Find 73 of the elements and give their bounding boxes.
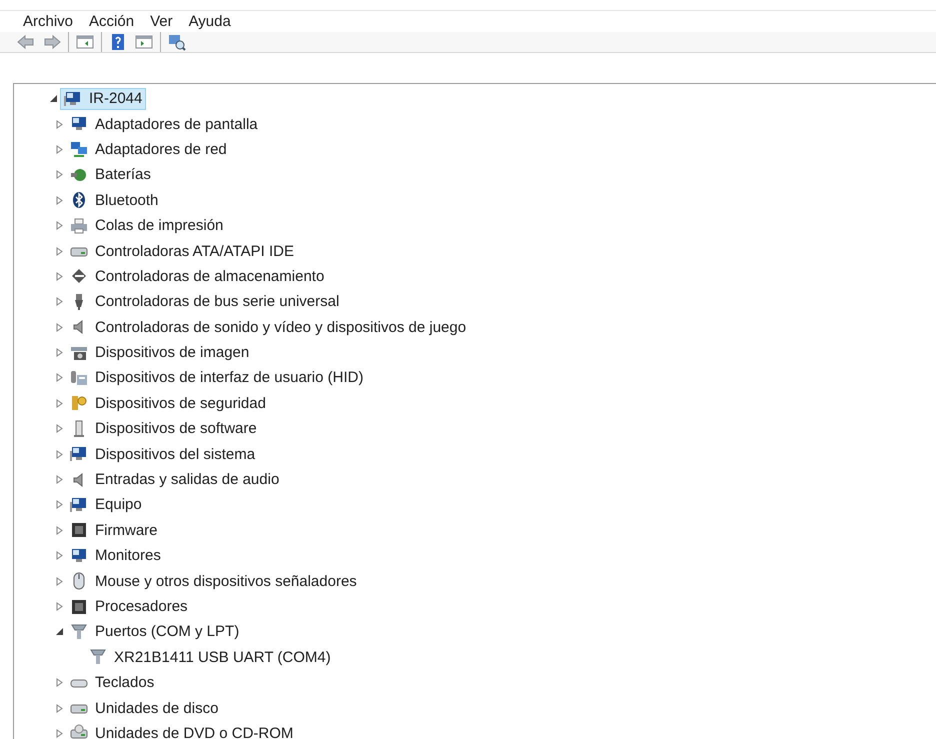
tree-item[interactable]: Colas de impresión [66, 214, 228, 237]
expanded-arrow-icon[interactable] [54, 627, 64, 636]
collapsed-arrow-icon[interactable] [54, 398, 64, 408]
forward-arrow-icon [43, 33, 61, 51]
menu-item[interactable]: Ver [143, 11, 180, 32]
tree-item[interactable]: Bluetooth [66, 189, 162, 212]
computer-icon [70, 496, 88, 514]
collapsed-arrow-icon[interactable] [54, 704, 64, 713]
collapsed-arrow-icon[interactable] [54, 576, 64, 586]
menu-item[interactable]: Ayuda [182, 11, 238, 32]
tree-item[interactable]: Dispositivos de seguridad [66, 392, 270, 414]
disc-drive-icon [70, 724, 88, 739]
toolbar-button[interactable] [167, 32, 187, 52]
collapsed-arrow-icon[interactable] [54, 602, 64, 611]
tree-item[interactable]: Teclados [66, 672, 158, 694]
collapsed-arrow-icon[interactable] [54, 272, 64, 281]
tree-item[interactable]: Dispositivos de interfaz de usuario (HID) [66, 366, 368, 389]
menu-item[interactable]: Acción [82, 11, 142, 32]
computer-icon [64, 90, 82, 108]
tree-item[interactable]: Unidades de disco [66, 697, 222, 720]
tree-item[interactable]: XR21B1411 USB UART (COM4) [85, 646, 335, 668]
monitor-icon [70, 546, 88, 565]
collapsed-arrow-icon[interactable] [54, 322, 64, 332]
collapsed-arrow-icon[interactable] [54, 221, 64, 230]
printer-icon [70, 216, 88, 235]
computer-icon [70, 445, 88, 464]
tree-item[interactable]: Equipo [66, 494, 146, 516]
collapsed-arrow-icon[interactable] [54, 475, 64, 484]
collapsed-arrow-icon[interactable] [54, 373, 64, 382]
collapsed-arrow-icon[interactable] [54, 144, 64, 154]
toolbar-button[interactable] [42, 32, 62, 52]
tree-item[interactable]: Procesadores [66, 596, 192, 618]
collapsed-arrow-icon[interactable] [54, 196, 64, 205]
port-icon [89, 648, 107, 666]
tree-item[interactable]: Adaptadores de pantalla [66, 113, 262, 136]
collapsed-arrow-icon[interactable] [54, 170, 64, 180]
port-icon [70, 622, 88, 641]
collapsed-arrow-icon[interactable] [54, 500, 64, 510]
collapsed-arrow-icon[interactable] [54, 424, 64, 434]
collapsed-arrow-icon[interactable] [54, 120, 64, 129]
tree-item[interactable]: Dispositivos de imagen [66, 342, 254, 364]
collapsed-arrow-icon[interactable] [54, 526, 64, 535]
tree-item[interactable]: Baterías [66, 164, 155, 186]
collapsed-arrow-icon[interactable] [54, 678, 64, 688]
tree-item[interactable]: Controladoras de almacenamiento [66, 265, 328, 288]
tree-item[interactable]: Controladoras ATA/ATAPI IDE [66, 240, 298, 262]
chip-icon [70, 521, 88, 540]
chip-icon [70, 598, 88, 616]
collapsed-arrow-icon[interactable] [54, 551, 64, 560]
collapsed-arrow-icon[interactable] [54, 246, 64, 256]
collapsed-arrow-icon[interactable] [54, 348, 64, 358]
tree-item[interactable]: Dispositivos del sistema [66, 443, 260, 466]
tree-item[interactable]: Unidades de DVD o CD-ROM [66, 722, 298, 739]
tree-item[interactable]: Controladoras de bus serie universal [66, 290, 344, 313]
toolbar-button[interactable] [16, 32, 36, 52]
tree-item[interactable]: IR-2044 [60, 88, 146, 110]
expanded-arrow-icon[interactable] [48, 94, 58, 104]
menu-item[interactable]: Archivo [16, 11, 80, 32]
back-arrow-icon [17, 33, 35, 51]
tree-item[interactable]: Adaptadores de red [66, 138, 231, 160]
tree-item[interactable]: Puertos (COM y LPT) [66, 620, 244, 643]
collapsed-arrow-icon[interactable] [54, 297, 64, 306]
tree-item[interactable]: Mouse y otros dispositivos señaladores [66, 570, 361, 592]
monitor-search-icon [168, 33, 186, 51]
tree-item[interactable]: Controladoras de sonido y vídeo y dispositivos de juego [66, 316, 470, 338]
network-icon [70, 140, 88, 158]
tree-item[interactable]: Monitores [66, 544, 165, 567]
collapsed-arrow-icon[interactable] [54, 728, 64, 738]
collapsed-arrow-icon[interactable] [54, 450, 64, 459]
tree-item[interactable]: Entradas y salidas de audio [66, 468, 284, 491]
tree-item[interactable]: Dispositivos de software [66, 418, 261, 440]
tree-item[interactable]: Firmware [66, 519, 162, 542]
bluetooth-icon [70, 191, 88, 210]
